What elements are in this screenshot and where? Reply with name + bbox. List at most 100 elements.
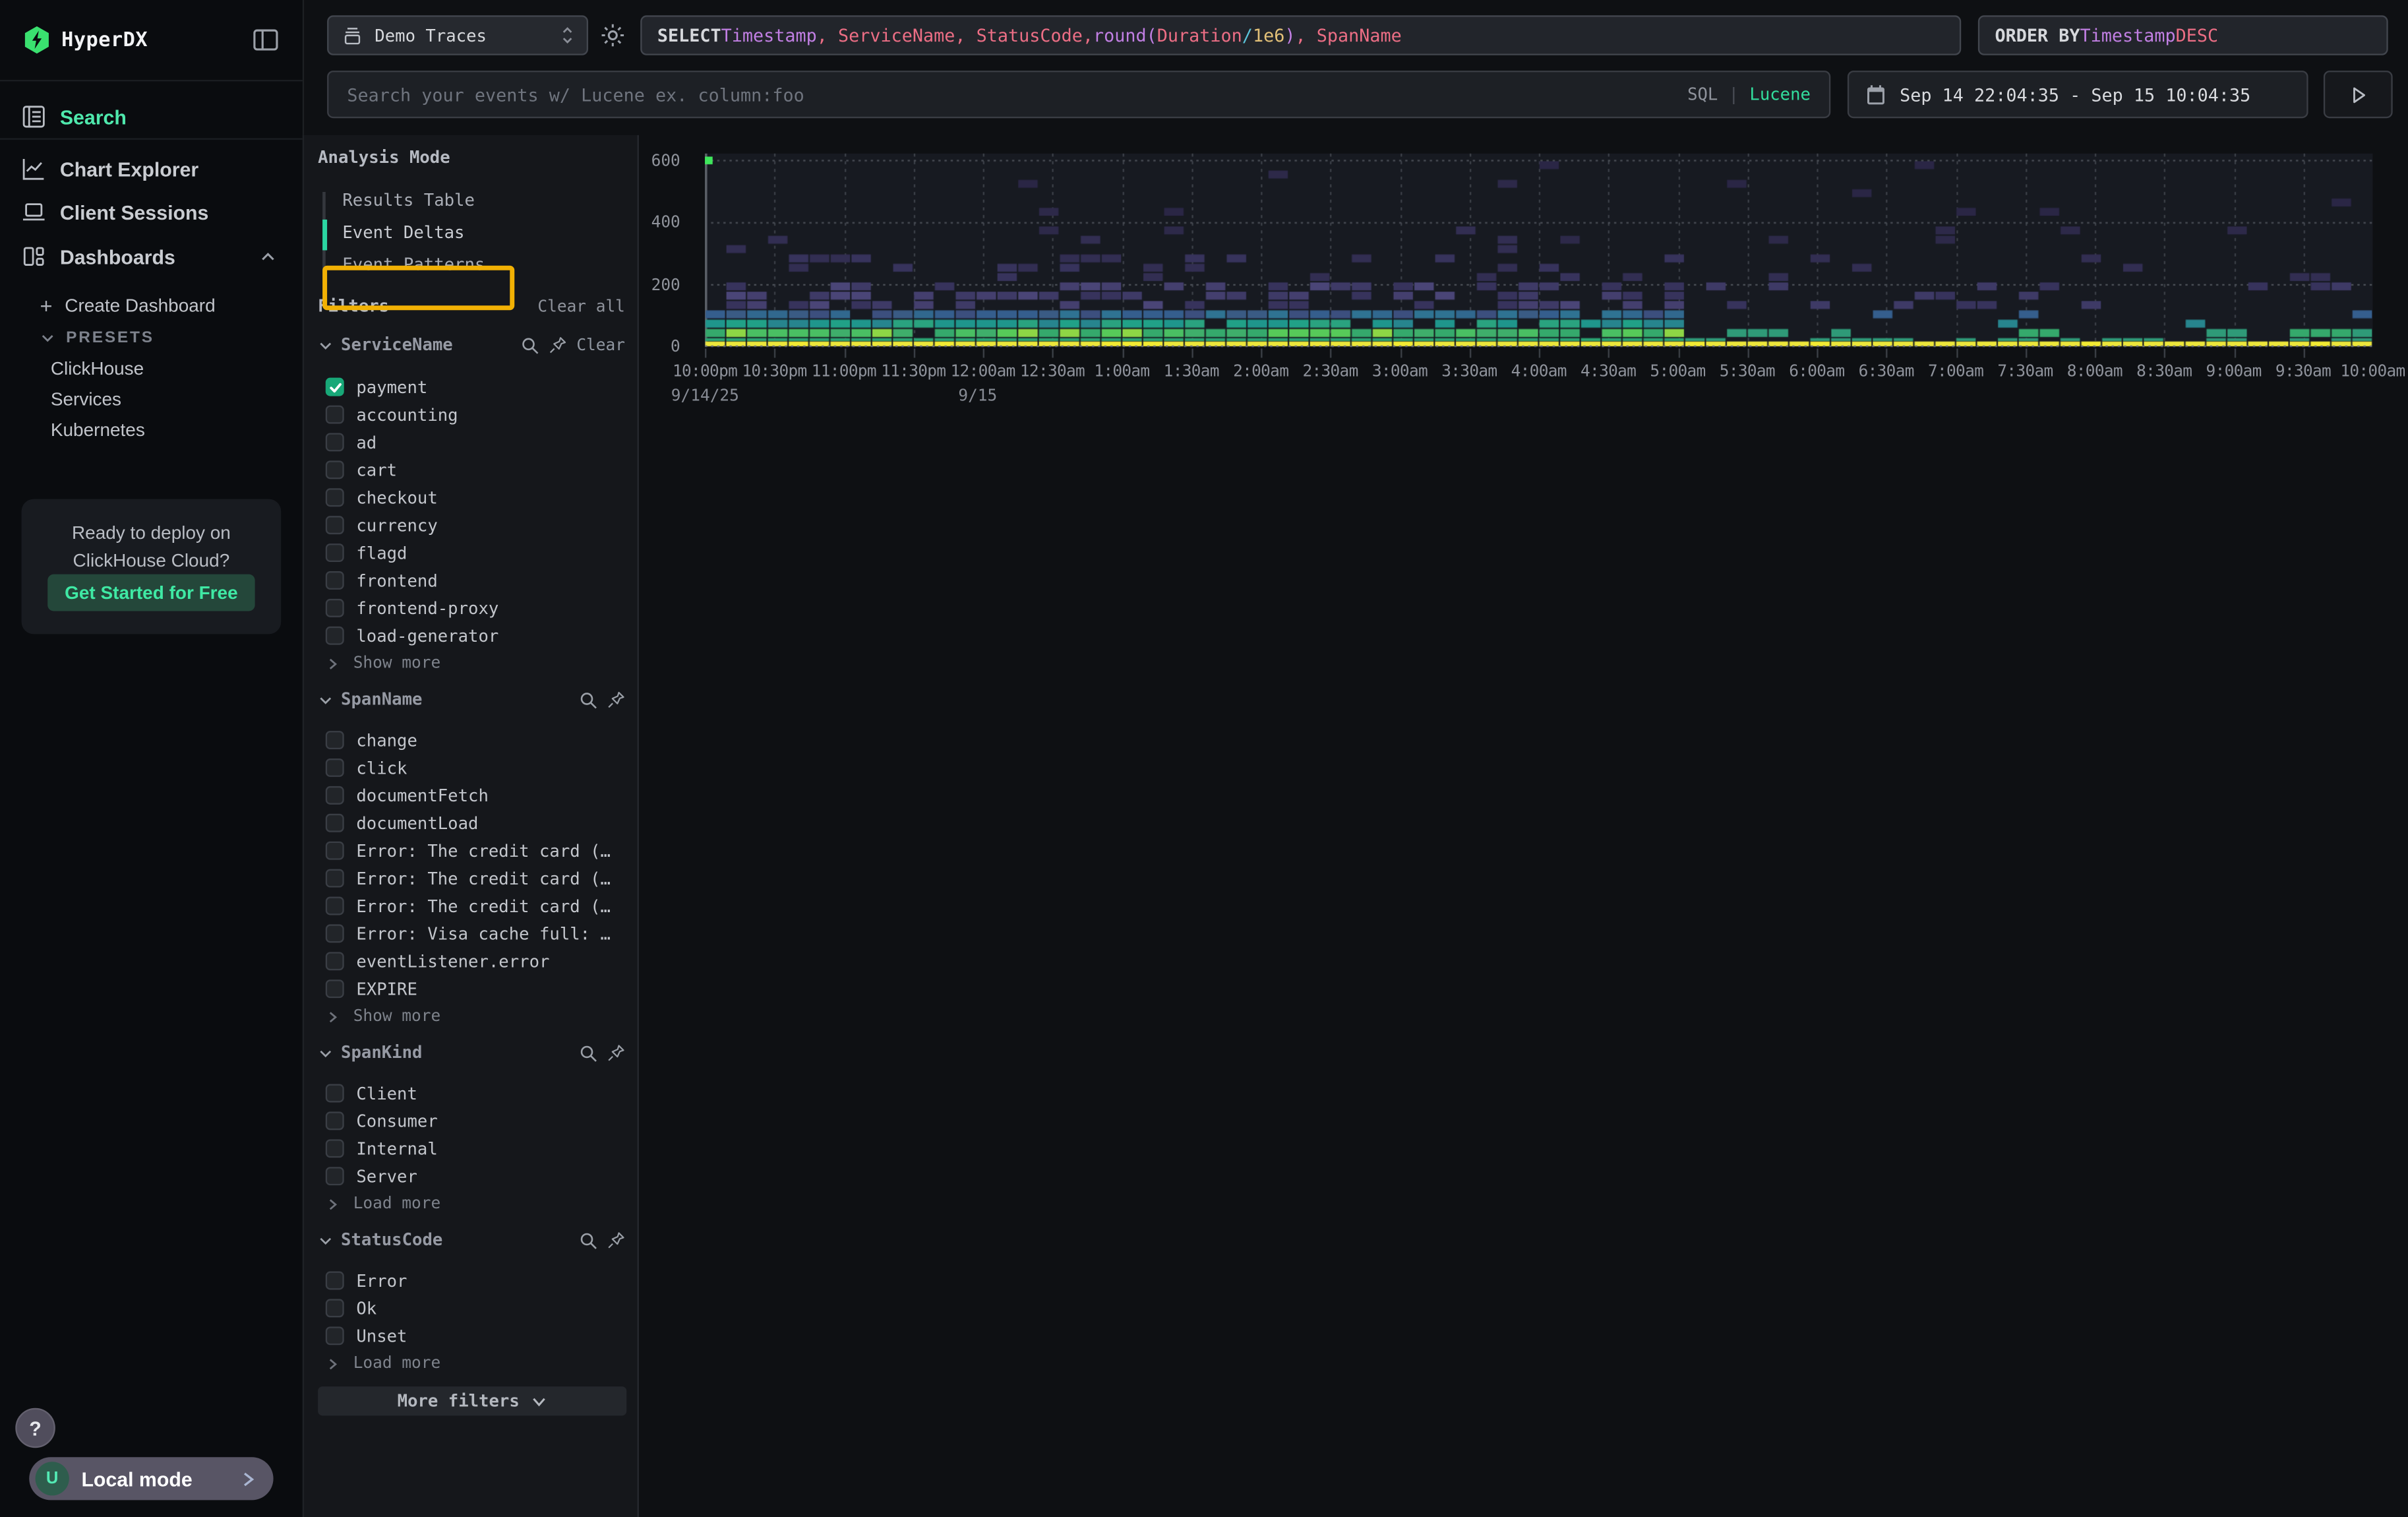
language-lucene-option[interactable]: Lucene xyxy=(1749,84,1811,104)
checkbox[interactable] xyxy=(326,758,344,777)
checkbox[interactable] xyxy=(326,924,344,943)
checkbox[interactable] xyxy=(326,952,344,970)
sidebar-item-search[interactable]: Search xyxy=(0,95,301,138)
filter-checkbox-row[interactable]: Unset xyxy=(318,1322,625,1349)
language-sql-option[interactable]: SQL xyxy=(1687,84,1718,104)
filter-checkbox-row[interactable]: Client xyxy=(318,1080,625,1107)
pin-icon[interactable] xyxy=(607,690,625,708)
checkbox[interactable] xyxy=(326,406,344,424)
account-menu[interactable]: U Local mode xyxy=(29,1457,273,1500)
filter-group-name[interactable]: ServiceName xyxy=(341,334,453,354)
filter-checkbox-row[interactable]: ad xyxy=(318,428,625,456)
checkbox[interactable] xyxy=(326,1111,344,1130)
analysis-mode-event-deltas[interactable]: Event Deltas xyxy=(342,223,625,245)
checkbox[interactable] xyxy=(326,869,344,888)
analysis-mode-event-patterns[interactable]: Event Patterns xyxy=(342,255,625,276)
search-icon[interactable] xyxy=(579,690,597,708)
data-source-select[interactable]: Demo Traces xyxy=(327,15,588,55)
analysis-mode-results-table[interactable]: Results Table xyxy=(342,191,625,212)
checkbox[interactable] xyxy=(326,1139,344,1158)
pin-icon[interactable] xyxy=(549,336,567,354)
filter-checkbox-row[interactable]: Error: The credit card (… xyxy=(318,865,625,892)
filter-checkbox-row[interactable]: Error: The credit card (… xyxy=(318,892,625,920)
order-by-input[interactable]: ORDER BY Timestamp DESC xyxy=(1978,15,2388,55)
filter-group-name[interactable]: SpanName xyxy=(341,689,422,709)
checkbox[interactable] xyxy=(326,814,344,832)
chevron-down-icon[interactable] xyxy=(318,692,333,707)
filter-checkbox-row[interactable]: Server xyxy=(318,1162,625,1190)
checkbox[interactable] xyxy=(326,1326,344,1345)
checkbox[interactable] xyxy=(326,979,344,998)
checkbox[interactable] xyxy=(326,786,344,805)
filter-checkbox-row[interactable]: frontend xyxy=(318,567,625,594)
sidebar-item-preset-kubernetes[interactable]: Kubernetes xyxy=(0,419,145,441)
filter-checkbox-row[interactable]: Error: Visa cache full: … xyxy=(318,919,625,947)
select-query-input[interactable]: SELECT Timestamp, ServiceName, StatusCod… xyxy=(640,15,1961,55)
help-button[interactable]: ? xyxy=(15,1408,55,1448)
filter-checkbox-row[interactable]: payment xyxy=(318,373,625,401)
sidebar-item-preset-services[interactable]: Services xyxy=(0,388,121,410)
gear-icon[interactable] xyxy=(599,22,626,49)
more-filters-button[interactable]: More filters xyxy=(318,1386,626,1415)
filter-checkbox-row[interactable]: click xyxy=(318,754,625,782)
filter-checkbox-row[interactable]: Ok xyxy=(318,1294,625,1322)
checkbox[interactable] xyxy=(326,1299,344,1317)
collapse-sidebar-icon[interactable] xyxy=(252,26,280,54)
filter-checkbox-row[interactable]: documentFetch xyxy=(318,782,625,809)
filter-group-name[interactable]: SpanKind xyxy=(341,1043,422,1063)
load-more-button[interactable]: Load more xyxy=(318,1349,625,1377)
chevron-down-icon[interactable] xyxy=(318,337,333,352)
pin-icon[interactable] xyxy=(607,1231,625,1249)
load-more-button[interactable]: Load more xyxy=(318,1190,625,1218)
time-range-picker[interactable]: Sep 14 22:04:35 - Sep 15 10:04:35 xyxy=(1848,71,2308,118)
checkbox[interactable] xyxy=(326,731,344,749)
show-more-button[interactable]: Show more xyxy=(318,1003,625,1030)
checkbox[interactable] xyxy=(326,460,344,479)
duration-heatmap-chart[interactable] xyxy=(705,154,2372,359)
show-more-button[interactable]: Show more xyxy=(318,650,625,677)
pin-icon[interactable] xyxy=(607,1043,625,1062)
filter-group-name[interactable]: StatusCode xyxy=(341,1230,442,1250)
search-icon[interactable] xyxy=(579,1231,597,1249)
clear-filter-button[interactable]: Clear xyxy=(576,336,625,354)
checkbox[interactable] xyxy=(326,1084,344,1103)
sidebar-item-client-sessions[interactable]: Client Sessions xyxy=(0,195,301,229)
checkbox[interactable] xyxy=(326,378,344,396)
checkbox[interactable] xyxy=(326,571,344,590)
filter-checkbox-row[interactable]: load-generator xyxy=(318,622,625,650)
search-icon[interactable] xyxy=(579,1043,597,1062)
filter-checkbox-row[interactable]: Error: The credit card (… xyxy=(318,837,625,865)
run-query-button[interactable] xyxy=(2324,71,2393,118)
clear-all-button[interactable]: Clear all xyxy=(537,298,625,317)
filter-checkbox-row[interactable]: cart xyxy=(318,456,625,483)
search-input[interactable]: Search your events w/ Lucene ex. column:… xyxy=(327,71,1830,118)
filter-checkbox-row[interactable]: accounting xyxy=(318,401,625,429)
chevron-down-icon[interactable] xyxy=(318,1232,333,1247)
filter-checkbox-row[interactable]: flagd xyxy=(318,539,625,567)
checkbox[interactable] xyxy=(326,433,344,451)
filter-checkbox-row[interactable]: currency xyxy=(318,511,625,539)
checkbox[interactable] xyxy=(326,1272,344,1290)
filter-checkbox-row[interactable]: Consumer xyxy=(318,1107,625,1134)
checkbox[interactable] xyxy=(326,897,344,915)
chevron-down-icon[interactable] xyxy=(318,1045,333,1060)
checkbox[interactable] xyxy=(326,1167,344,1185)
filter-checkbox-row[interactable]: checkout xyxy=(318,483,625,511)
filter-checkbox-row[interactable]: Internal xyxy=(318,1134,625,1162)
checkbox[interactable] xyxy=(326,516,344,534)
checkbox[interactable] xyxy=(326,627,344,645)
presets-toggle[interactable]: PRESETS xyxy=(0,328,154,347)
sidebar-item-preset-clickhouse[interactable]: ClickHouse xyxy=(0,357,144,379)
checkbox[interactable] xyxy=(326,488,344,507)
filter-checkbox-row[interactable]: documentLoad xyxy=(318,809,625,837)
filter-checkbox-row[interactable]: eventListener.error xyxy=(318,947,625,975)
sidebar-item-dashboards[interactable]: Dashboards xyxy=(0,239,301,273)
filter-checkbox-row[interactable]: change xyxy=(318,726,625,754)
get-started-button[interactable]: Get Started for Free xyxy=(47,574,255,611)
filter-checkbox-row[interactable]: EXPIRE xyxy=(318,975,625,1003)
create-dashboard-button[interactable]: +Create Dashboard xyxy=(0,295,216,317)
checkbox[interactable] xyxy=(326,842,344,860)
sidebar-item-chart-explorer[interactable]: Chart Explorer xyxy=(0,152,301,185)
checkbox[interactable] xyxy=(326,543,344,562)
filter-checkbox-row[interactable]: frontend-proxy xyxy=(318,594,625,622)
